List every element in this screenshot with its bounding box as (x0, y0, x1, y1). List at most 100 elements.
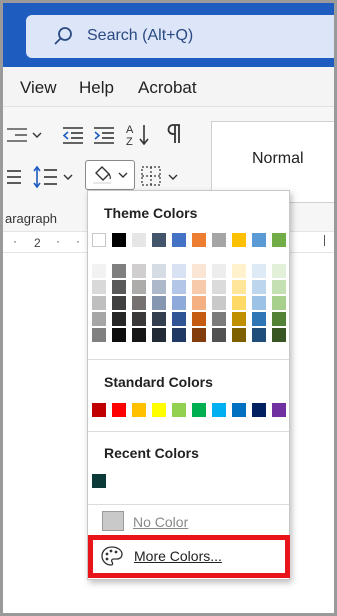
shade-swatch[interactable] (252, 312, 266, 326)
decrease-indent-icon[interactable] (61, 125, 85, 145)
menu-help[interactable]: Help (79, 78, 114, 98)
shade-swatch[interactable] (152, 264, 166, 278)
shade-column (172, 264, 186, 344)
shade-swatch[interactable] (272, 328, 286, 342)
search-box[interactable]: Search (Alt+Q) (26, 15, 334, 58)
shade-column (252, 264, 266, 344)
line-spacing-icon[interactable] (33, 165, 77, 189)
shade-swatch[interactable] (172, 328, 186, 342)
shade-swatch[interactable] (132, 280, 146, 294)
shade-swatch[interactable] (192, 328, 206, 342)
shade-swatch[interactable] (272, 312, 286, 326)
shade-swatch[interactable] (152, 312, 166, 326)
standard-color-swatch[interactable] (252, 403, 266, 417)
shading-button[interactable] (85, 160, 135, 190)
shade-swatch[interactable] (232, 296, 246, 310)
shade-swatch[interactable] (232, 312, 246, 326)
shade-swatch[interactable] (132, 328, 146, 342)
multilevel-list-icon[interactable] (5, 125, 45, 145)
shade-swatch[interactable] (112, 296, 126, 310)
theme-color-swatch[interactable] (252, 233, 266, 247)
shade-swatch[interactable] (212, 328, 226, 342)
shade-column (112, 264, 126, 344)
increase-indent-icon[interactable] (92, 125, 116, 145)
shade-swatch[interactable] (172, 312, 186, 326)
menu-view[interactable]: View (20, 78, 57, 98)
shade-swatch[interactable] (272, 264, 286, 278)
standard-color-swatch[interactable] (152, 403, 166, 417)
borders-icon[interactable] (140, 165, 184, 189)
shade-swatch[interactable] (112, 280, 126, 294)
standard-color-swatch[interactable] (172, 403, 186, 417)
justify-icon[interactable] (5, 167, 23, 187)
shade-swatch[interactable] (192, 264, 206, 278)
shade-swatch[interactable] (172, 264, 186, 278)
shade-swatch[interactable] (152, 328, 166, 342)
theme-color-swatch[interactable] (172, 233, 186, 247)
svg-text:A: A (126, 124, 134, 136)
paragraph-group-label: aragraph (5, 211, 58, 226)
shade-swatch[interactable] (92, 280, 106, 294)
paint-bucket-icon (93, 166, 128, 185)
shade-swatch[interactable] (212, 264, 226, 278)
shade-swatch[interactable] (92, 312, 106, 326)
shade-swatch[interactable] (112, 312, 126, 326)
separator (88, 431, 289, 432)
recent-color-swatch[interactable] (92, 474, 106, 488)
theme-color-swatch[interactable] (132, 233, 146, 247)
theme-color-swatch[interactable] (192, 233, 206, 247)
shade-swatch[interactable] (152, 296, 166, 310)
theme-color-swatch[interactable] (212, 233, 226, 247)
shading-color-dropdown: Theme Colors Standard Colors Recent Colo… (87, 190, 290, 580)
standard-color-swatch[interactable] (92, 403, 106, 417)
ruler-number: 2 (34, 236, 41, 250)
shade-swatch[interactable] (192, 312, 206, 326)
style-normal-label: Normal (252, 150, 304, 167)
standard-color-swatch[interactable] (232, 403, 246, 417)
search-placeholder: Search (Alt+Q) (87, 27, 194, 44)
standard-color-swatch[interactable] (272, 403, 286, 417)
standard-color-swatch[interactable] (212, 403, 226, 417)
standard-color-swatch[interactable] (112, 403, 126, 417)
shade-swatch[interactable] (232, 280, 246, 294)
shade-column (92, 264, 106, 344)
shade-swatch[interactable] (92, 328, 106, 342)
shade-swatch[interactable] (172, 280, 186, 294)
shade-swatch[interactable] (132, 264, 146, 278)
pilcrow-icon[interactable] (164, 123, 182, 145)
shade-swatch[interactable] (92, 264, 106, 278)
no-color-option[interactable]: No Color (88, 506, 289, 536)
shade-swatch[interactable] (152, 280, 166, 294)
theme-color-swatch[interactable] (272, 233, 286, 247)
shade-swatch[interactable] (192, 280, 206, 294)
shade-swatch[interactable] (272, 296, 286, 310)
theme-color-swatch[interactable] (112, 233, 126, 247)
shade-swatch[interactable] (272, 280, 286, 294)
sort-icon[interactable]: A Z (125, 121, 151, 147)
shade-swatch[interactable] (212, 296, 226, 310)
shade-swatch[interactable] (252, 264, 266, 278)
standard-color-swatch[interactable] (132, 403, 146, 417)
menu-acrobat[interactable]: Acrobat (138, 78, 197, 98)
shade-swatch[interactable] (252, 280, 266, 294)
shade-swatch[interactable] (172, 296, 186, 310)
shade-swatch[interactable] (252, 296, 266, 310)
shade-swatch[interactable] (112, 328, 126, 342)
shade-swatch[interactable] (112, 264, 126, 278)
shade-swatch[interactable] (212, 312, 226, 326)
shade-swatch[interactable] (232, 328, 246, 342)
shade-swatch[interactable] (192, 296, 206, 310)
shade-swatch[interactable] (132, 312, 146, 326)
shade-swatch[interactable] (252, 328, 266, 342)
shade-column (272, 264, 286, 344)
shade-swatch[interactable] (232, 264, 246, 278)
window-frame: Search (Alt+Q) View Help Acrobat A Z Nor… (0, 0, 337, 616)
theme-color-swatch[interactable] (232, 233, 246, 247)
shade-swatch[interactable] (212, 280, 226, 294)
theme-color-swatch[interactable] (152, 233, 166, 247)
shade-swatch[interactable] (132, 296, 146, 310)
standard-color-swatch[interactable] (192, 403, 206, 417)
theme-color-swatch[interactable] (92, 233, 106, 247)
shade-swatch[interactable] (92, 296, 106, 310)
more-colors-highlight (88, 535, 290, 578)
